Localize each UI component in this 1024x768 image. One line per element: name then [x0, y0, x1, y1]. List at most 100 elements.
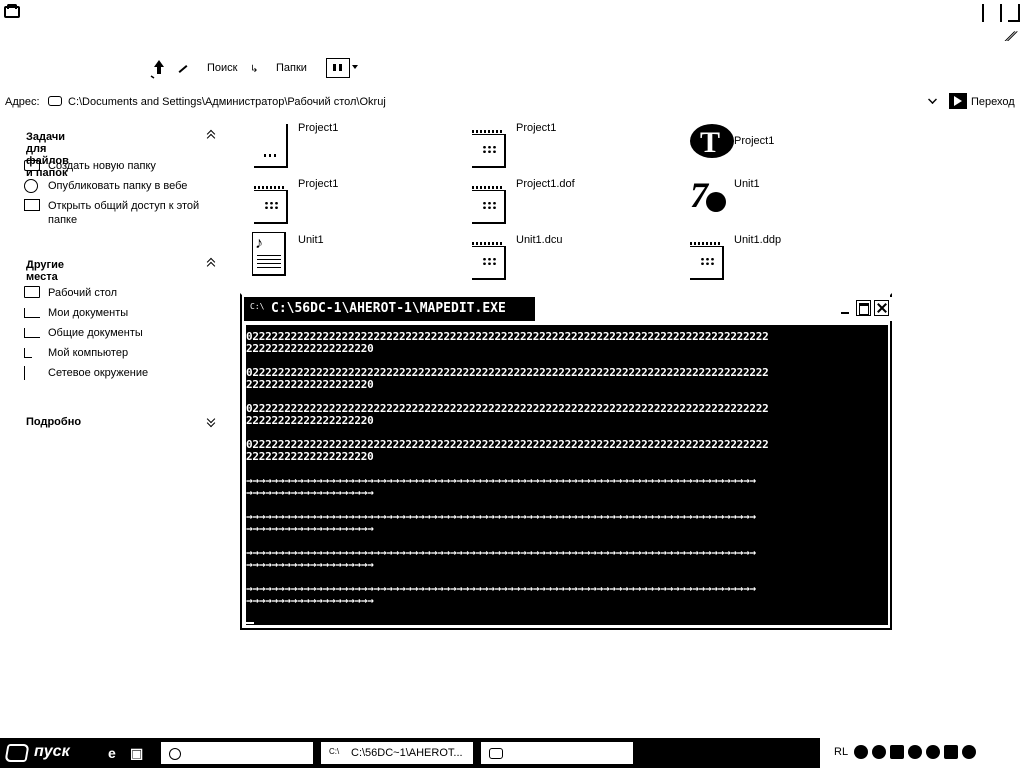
console-minimize-button[interactable] — [838, 300, 853, 316]
file-name: Unit1 — [298, 234, 324, 246]
file-name: Project1 — [734, 135, 775, 147]
task-label: Создать новую папку — [48, 160, 156, 172]
task-label: Опубликовать папку в вебе — [48, 180, 188, 192]
file-item[interactable]: Project1.dof — [468, 178, 668, 230]
console-line: 22222222222222222220 — [246, 415, 374, 427]
taskbar: пуск e ▣ C:\ C:\56DC~1\AHEROT... RL — [0, 738, 1024, 768]
details-heading[interactable]: Подробно — [26, 416, 81, 428]
console-line: →→→→→→→→→→→→→→→→→→→→ — [246, 559, 374, 571]
console-close-button[interactable] — [874, 300, 889, 316]
place-my-documents[interactable]: Мои документы — [24, 306, 224, 320]
console-window[interactable]: C:\ C:\56DC-1\AHEROT-1\MAPEDIT.EXE 02222… — [240, 293, 892, 630]
go-button[interactable]: Переход — [971, 96, 1015, 108]
tray-app-icon[interactable] — [854, 745, 868, 759]
file-item[interactable]: Unit1.ddp — [686, 234, 886, 286]
network-icon — [24, 366, 32, 380]
delphi-unit-icon: 7 — [686, 174, 726, 222]
folders-button[interactable]: Папки — [276, 62, 307, 74]
expand-chevron-icon[interactable] — [207, 418, 215, 426]
views-button[interactable] — [326, 58, 350, 78]
language-indicator[interactable]: RL — [834, 746, 848, 758]
tray-volume-icon[interactable] — [944, 745, 958, 759]
task-share-folder[interactable]: Открыть общий доступ к этой папке — [24, 199, 214, 227]
file-name: Unit1.ddp — [734, 234, 782, 246]
place-desktop[interactable]: Рабочий стол — [24, 286, 224, 300]
views-dropdown-icon[interactable] — [352, 65, 358, 69]
console-icon: C:\ — [250, 302, 265, 311]
taskbar-button-console[interactable]: C:\ C:\56DC~1\AHEROT... — [320, 741, 474, 765]
tray-antivirus-icon[interactable] — [926, 745, 940, 759]
console-line: 22222222222222222220 — [246, 343, 374, 355]
file-item[interactable]: Unit1.dcu — [468, 234, 668, 286]
place-label: Мои документы — [48, 307, 129, 319]
up-folder-icon[interactable] — [148, 58, 170, 80]
taskbar-button-explorer[interactable] — [480, 741, 634, 765]
console-maximize-button[interactable] — [856, 300, 871, 316]
place-label: Сетевое окружение — [48, 367, 149, 379]
console-line: 22222222222222222220 — [246, 451, 374, 463]
console-line: 0222222222222222222222222222222222222222… — [246, 403, 769, 415]
place-network[interactable]: Сетевое окружение — [24, 366, 224, 380]
file-name: Project1 — [298, 122, 339, 134]
console-output[interactable]: 0222222222222222222222222222222222222222… — [246, 325, 888, 625]
task-new-folder[interactable]: Создать новую папку — [24, 159, 224, 173]
place-label: Общие документы — [48, 327, 143, 339]
file-item[interactable]: Project1 — [250, 122, 450, 174]
file-name: Unit1 — [734, 178, 760, 190]
search-button[interactable]: Поиск — [207, 62, 237, 74]
internet-explorer-icon[interactable]: e — [108, 745, 124, 761]
place-shared-documents[interactable]: Общие документы — [24, 326, 224, 340]
console-line: →→→→→→→→→→→→→→→→→→→→→→→→→→→→→→→→→→→→→→→→… — [246, 475, 756, 487]
file-name: Unit1.dcu — [516, 234, 563, 246]
file-item[interactable]: Project1 — [468, 122, 668, 174]
taskbar-button-search[interactable] — [160, 741, 314, 765]
my-computer-icon — [24, 348, 32, 358]
collapse-chevron-icon[interactable] — [207, 130, 215, 138]
console-line: 22222222222222222220 — [246, 379, 374, 391]
file-item[interactable]: T Project1 — [686, 118, 886, 170]
maximize-button[interactable] — [990, 4, 1002, 22]
start-button[interactable]: пуск — [0, 738, 96, 768]
console-line: →→→→→→→→→→→→→→→→→→→→ — [246, 523, 374, 535]
console-icon: C:\ — [329, 747, 340, 756]
tray-update-icon[interactable] — [908, 745, 922, 759]
minimize-button[interactable] — [972, 4, 984, 22]
tray-security-icon[interactable] — [962, 745, 976, 759]
console-line: 0222222222222222222222222222222222222222… — [246, 439, 769, 451]
window-folder-icon[interactable] — [4, 4, 20, 18]
config-file-icon — [690, 242, 724, 280]
console-cursor — [246, 622, 254, 624]
file-item[interactable]: 7 Unit1 — [686, 174, 886, 226]
search-icon — [169, 748, 181, 760]
windows-throbber-icon: ⁄⁄ — [1006, 28, 1017, 44]
address-input[interactable]: C:\Documents and Settings\Администратор\… — [68, 96, 386, 108]
tray-chat-icon[interactable] — [872, 745, 886, 759]
config-file-icon — [472, 130, 506, 168]
address-bar: Адрес: C:\Documents and Settings\Админис… — [0, 92, 1024, 112]
share-folder-icon — [24, 199, 40, 211]
console-titlebar[interactable]: C:\ C:\56DC-1\AHEROT-1\MAPEDIT.EXE — [244, 297, 892, 321]
globe-icon — [24, 179, 38, 193]
config-file-icon — [254, 186, 288, 224]
address-dropdown-icon[interactable] — [928, 95, 937, 104]
show-desktop-icon[interactable]: ▣ — [130, 745, 146, 761]
new-folder-icon — [24, 160, 40, 171]
generic-file-icon — [254, 124, 288, 168]
close-button[interactable] — [1008, 4, 1020, 22]
collapse-chevron-icon[interactable] — [207, 258, 215, 266]
file-item[interactable]: Project1 — [250, 178, 450, 230]
place-my-computer[interactable]: Мой компьютер — [24, 346, 224, 360]
go-arrow-icon[interactable] — [949, 93, 967, 109]
file-item[interactable]: Unit1 — [248, 230, 448, 282]
tray-network-icon[interactable] — [890, 745, 904, 759]
task-publish-web[interactable]: Опубликовать папку в вебе — [24, 179, 224, 193]
toolbar-separator — [178, 65, 188, 73]
config-file-icon — [472, 242, 506, 280]
console-line: →→→→→→→→→→→→→→→→→→→→→→→→→→→→→→→→→→→→→→→→… — [246, 583, 756, 595]
other-places-heading[interactable]: Другие места — [26, 259, 64, 283]
toolbar: Поиск ↳ Папки — [0, 56, 1024, 84]
system-tray: RL — [820, 738, 1024, 768]
